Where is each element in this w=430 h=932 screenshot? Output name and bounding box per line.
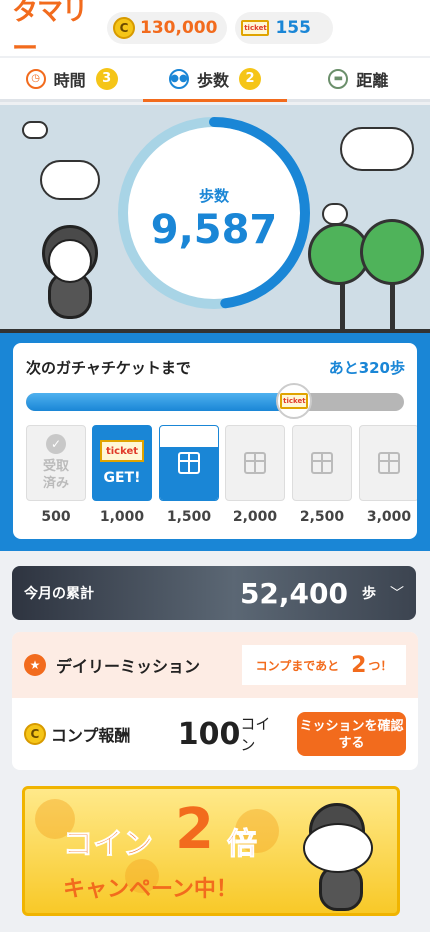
gift-icon bbox=[311, 452, 333, 474]
milestone-2000: 2,000 bbox=[225, 425, 285, 525]
tab-time[interactable]: ◷ 時間 3 bbox=[0, 58, 143, 99]
ticket-balance-value: 155 bbox=[275, 18, 311, 38]
gift-icon bbox=[378, 452, 400, 474]
footsteps-icon: ●● bbox=[168, 68, 189, 89]
milestone-label: 2,000 bbox=[232, 509, 278, 525]
tab-steps[interactable]: ●● 歩数 2 bbox=[143, 58, 287, 102]
mission-remaining-suffix: つ！ bbox=[368, 658, 393, 673]
mission-remaining: コンプまであと 2 つ！ bbox=[242, 645, 406, 685]
steps-label: 歩数 bbox=[198, 187, 229, 205]
app-header: タマリー C 130,000 ticket 155 bbox=[0, 0, 430, 64]
mascot-monkey bbox=[30, 215, 110, 327]
coin-icon: C bbox=[24, 723, 46, 745]
monthly-total-value: 52,400 bbox=[239, 576, 348, 610]
mission-remaining-text: コンプまであと bbox=[255, 658, 340, 673]
ticket-balance[interactable]: ticket 155 bbox=[235, 12, 334, 44]
cloud-decoration bbox=[22, 121, 48, 139]
monthly-total-label: 今月の累計 bbox=[24, 586, 94, 602]
milestone-2500: 2,500 bbox=[292, 425, 352, 525]
tab-steps-badge: 2 bbox=[239, 67, 261, 90]
milestone-label: 3,000 bbox=[366, 509, 412, 525]
banner-multiplier: 2 bbox=[175, 797, 214, 862]
steps-hero: 歩数 9,587 bbox=[0, 105, 430, 333]
milestone-500: ✓ 受取 済み 500 bbox=[26, 425, 86, 525]
coin-campaign-banner[interactable]: コイン 2 倍 キャンペーン中！ bbox=[22, 786, 400, 916]
gacha-remaining: あと320歩 bbox=[328, 359, 405, 377]
reward-unit: コイン bbox=[240, 715, 271, 754]
gacha-title: 次のガチャチケットまで bbox=[26, 359, 191, 377]
clock-icon: ◷ bbox=[25, 68, 46, 89]
tab-distance-label: 距離 bbox=[356, 70, 389, 90]
ticket-icon: ticket bbox=[280, 393, 309, 409]
gift-icon bbox=[178, 452, 200, 474]
milestone-label: 1,000 bbox=[99, 509, 145, 525]
coin-balance-value: 130,000 bbox=[140, 18, 218, 38]
cloud-decoration bbox=[322, 203, 348, 225]
milestone-label: 1,500 bbox=[166, 509, 212, 525]
steps-value: 9,587 bbox=[150, 207, 278, 253]
milestone-label: 500 bbox=[41, 509, 71, 525]
mission-title: デイリーミッション bbox=[56, 657, 201, 676]
milestone-get-button[interactable]: ticket GET! bbox=[92, 425, 152, 501]
cloud-decoration bbox=[40, 160, 100, 200]
tab-steps-label: 歩数 bbox=[196, 70, 229, 90]
mascot-monkey bbox=[295, 803, 385, 913]
check-mission-button[interactable]: ミッションを確認する bbox=[296, 712, 406, 756]
app-logo: タマリー bbox=[12, 0, 88, 64]
tab-time-badge: 3 bbox=[95, 67, 118, 90]
tab-time-label: 時間 bbox=[53, 70, 86, 90]
star-icon: ★ bbox=[24, 654, 46, 676]
reward-value: 100 bbox=[177, 716, 241, 752]
mission-remaining-count: 2 bbox=[351, 652, 367, 678]
ticket-icon: ticket bbox=[100, 440, 144, 462]
mission-reward: C コンプ報酬 100 コイン ミッションを確認する bbox=[12, 698, 418, 770]
check-icon: ✓ bbox=[46, 434, 66, 454]
monthly-total[interactable]: 今月の累計 52,400 歩 ﹀ bbox=[12, 566, 416, 620]
gacha-section: 次のガチャチケットまで あと320歩 ticket ✓ 受取 済み 500 tic… bbox=[0, 333, 430, 551]
coin-balance[interactable]: C 130,000 bbox=[107, 12, 228, 44]
ticket-icon: ticket bbox=[241, 20, 270, 36]
gacha-progress-fill bbox=[26, 393, 295, 411]
milestone-received-text: 受取 済み bbox=[42, 459, 69, 491]
daily-mission-card: ★ デイリーミッション コンプまであと 2 つ！ C コンプ報酬 100 コイン… bbox=[12, 632, 418, 770]
mission-header: ★ デイリーミッション コンプまであと 2 つ！ bbox=[12, 632, 418, 698]
gacha-milestones: ✓ 受取 済み 500 ticket GET! 1,000 1,500 2,00… bbox=[26, 425, 417, 535]
milestone-3000: 3,000 bbox=[359, 425, 417, 525]
tab-distance[interactable]: ▬ 距離 bbox=[287, 58, 430, 99]
banner-text-campaign: キャンペーン中！ bbox=[63, 877, 238, 902]
gacha-progress-bar bbox=[26, 393, 404, 411]
car-icon: ▬ bbox=[328, 68, 349, 89]
mode-tabs: ◷ 時間 3 ●● 歩数 2 ▬ 距離 bbox=[0, 58, 430, 102]
chevron-down-icon[interactable]: ﹀ bbox=[390, 583, 404, 603]
reward-label: コンプ報酬 bbox=[50, 726, 131, 745]
coin-icon: C bbox=[113, 17, 135, 39]
gacha-card: 次のガチャチケットまで あと320歩 ticket ✓ 受取 済み 500 tic… bbox=[13, 343, 417, 539]
banner-text-coin: コイン bbox=[63, 827, 154, 863]
gacha-progress-marker: ticket bbox=[276, 383, 313, 419]
steps-ring: 歩数 9,587 bbox=[118, 117, 310, 309]
cloud-decoration bbox=[340, 127, 414, 171]
milestone-1500: 1,500 bbox=[159, 425, 219, 525]
tree-decoration bbox=[360, 219, 424, 285]
milestone-label: 2,500 bbox=[299, 509, 345, 525]
milestone-1000[interactable]: ticket GET! 1,000 bbox=[92, 425, 152, 525]
milestone-get-text: GET! bbox=[103, 470, 141, 486]
monthly-total-unit: 歩 bbox=[362, 586, 376, 602]
gift-icon bbox=[244, 452, 266, 474]
banner-text-times: 倍 bbox=[227, 827, 258, 863]
